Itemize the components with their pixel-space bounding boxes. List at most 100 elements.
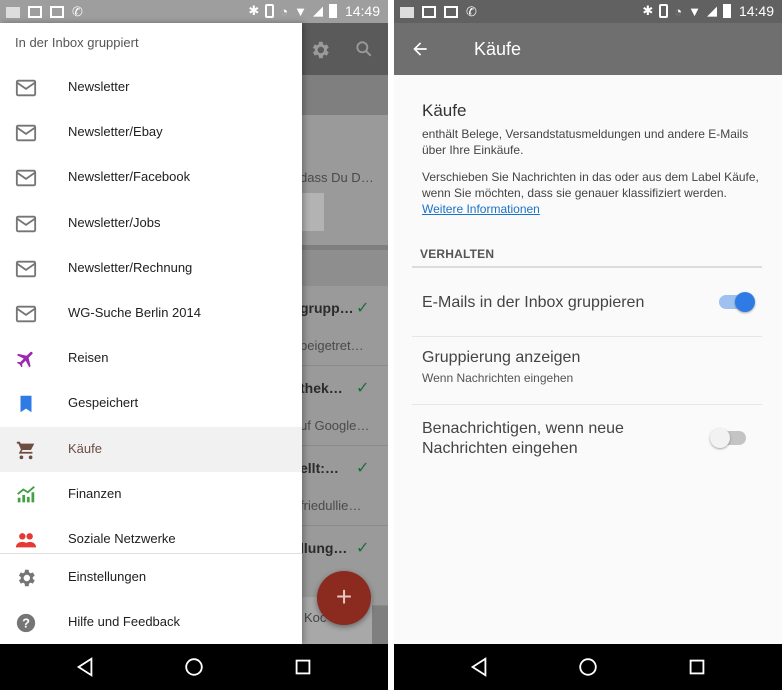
notification-icon [400,6,414,18]
mail-icon [15,260,37,278]
drawer-item-label: Gespeichert [68,395,139,411]
navigation-bar [0,644,388,690]
drawer-item[interactable]: Newsletter/Facebook [0,155,302,200]
drawer-item[interactable]: Käufe [0,426,302,472]
drawer-item-label: Newsletter/Jobs [68,214,161,230]
help-icon: ? [16,613,36,633]
drawer-item-label: Newsletter/Ebay [68,124,163,140]
check-icon: ✓ [356,300,370,317]
drawer-divider [0,553,302,554]
recents-nav-icon[interactable] [686,656,708,678]
home-nav-icon[interactable] [577,656,599,678]
more-info-link[interactable]: Weitere Informationen [422,202,540,216]
svg-text:?: ? [22,616,30,631]
drawer-item-label: Newsletter [68,79,130,94]
status-bar: ✆ ✱ ◔ ▼ ◢ 14:49 [0,0,388,23]
mail-icon [15,215,37,232]
check-icon: ✓ [356,380,370,397]
drawer-item-label: Finanzen [68,485,122,501]
drawer-item[interactable]: Newsletter/Jobs [0,201,302,246]
vibrate-icon [659,4,669,18]
drawer-item[interactable]: WG-Suche Berlin 2014 [0,291,302,336]
drawer-item[interactable]: Reisen [0,336,302,381]
row-snippet: beigetret… [300,338,364,353]
recents-nav-icon[interactable] [292,656,314,678]
drawer-item[interactable]: Newsletter [0,65,302,110]
mail-icon [28,6,42,18]
notify-toggle[interactable] [710,428,746,448]
status-time: 14:49 [344,3,380,19]
row-title: grupp… [300,300,354,316]
drawer-item[interactable]: Newsletter/Ebay [0,110,302,155]
check-icon: ✓ [356,540,370,557]
drawer-item-label: Newsletter/Rechnung [68,259,193,275]
battery-icon [722,4,731,18]
wifi-icon: ▼ [294,3,307,19]
bookmark-icon [20,396,32,413]
navigation-bar [394,644,782,690]
left-screen: dass Du D… grupp… ✓ beigetret… thek… ✓ u… [0,0,388,690]
back-nav-icon[interactable] [74,656,96,678]
image-icon [444,6,458,18]
signal-icon: ◢ [312,3,323,18]
divider [412,404,762,405]
section-divider [412,266,762,268]
drawer-item-settings[interactable]: Einstellungen [0,555,302,600]
bluetooth-icon: ✱ [248,3,260,18]
group-inbox-toggle[interactable] [719,292,755,312]
wifi-icon: ▼ [688,3,701,19]
airplane-icon [16,351,33,368]
check-icon: ✓ [356,460,370,477]
alarm-icon: ◔ [280,3,289,19]
page-title: Käufe [474,39,522,59]
mail-icon [15,305,37,323]
label-heading: Käufe [422,101,467,120]
setting-subtitle: Wenn Nachrichten eingehen [422,371,574,385]
signal-icon: ◢ [706,3,717,18]
right-screen: Käufe Käufe enthält Belege, Versandstatu… [394,0,782,690]
drawer-item-label: Einstellungen [68,569,147,584]
arrow-back-icon[interactable] [410,39,430,59]
drawer-item-label: Reisen [68,350,109,366]
drawer-item-help[interactable]: ? Hilfe und Feedback [0,600,302,645]
row-title: thek… [300,380,343,396]
move-description: Verschieben Sie Nachrichten in das oder … [422,169,770,217]
gear-icon[interactable] [309,39,331,61]
label-description: enthält Belege, Versandstatusmeldungen u… [422,127,749,157]
home-nav-icon[interactable] [183,656,205,678]
drawer-item-label: Newsletter/Facebook [68,169,191,185]
alarm-icon: ◔ [674,3,683,19]
mail-icon [15,79,37,97]
back-nav-icon[interactable] [468,656,490,678]
image-icon [50,6,64,18]
setting-title: E-Mails in der Inbox gruppieren [422,294,645,311]
phone-icon: ✆ [72,4,83,19]
row-title: ellt:… [300,460,339,476]
label-settings-toolbar: Käufe [394,23,782,75]
navigation-drawer: In der Inbox gruppiert Newsletter Newslet… [0,23,302,644]
drawer-item-label: Soziale Netzwerke [68,531,176,546]
drawer-item[interactable]: Newsletter/Rechnung [0,246,302,291]
drawer-item-label: Käufe [68,440,102,456]
drawer-header: In der Inbox gruppiert [15,35,139,50]
mail-icon [15,170,37,187]
drawer-item-label: Hilfe und Feedback [68,614,181,629]
phone-icon: ✆ [466,4,477,19]
mail-icon [15,124,37,142]
drawer-item[interactable]: Finanzen [0,472,302,517]
row-snippet: uf Google… [300,418,370,433]
status-time: 14:49 [738,3,774,19]
row-snippet: friedullie… [300,498,362,513]
vibrate-icon [265,4,275,18]
setting-title: Benachrichtigen, wenn neue Nachrichten e… [422,420,624,457]
cart-icon [16,441,35,459]
setting-title: Gruppierung anzeigen [422,349,581,366]
search-icon[interactable] [354,39,374,59]
background-snippet: dass Du D… [300,170,374,185]
drawer-item[interactable]: Gespeichert [0,381,302,426]
battery-icon [328,4,337,18]
chart-icon [17,485,35,503]
mail-icon [422,6,436,18]
compose-fab[interactable]: + [317,571,371,625]
section-header: VERHALTEN [420,247,495,261]
